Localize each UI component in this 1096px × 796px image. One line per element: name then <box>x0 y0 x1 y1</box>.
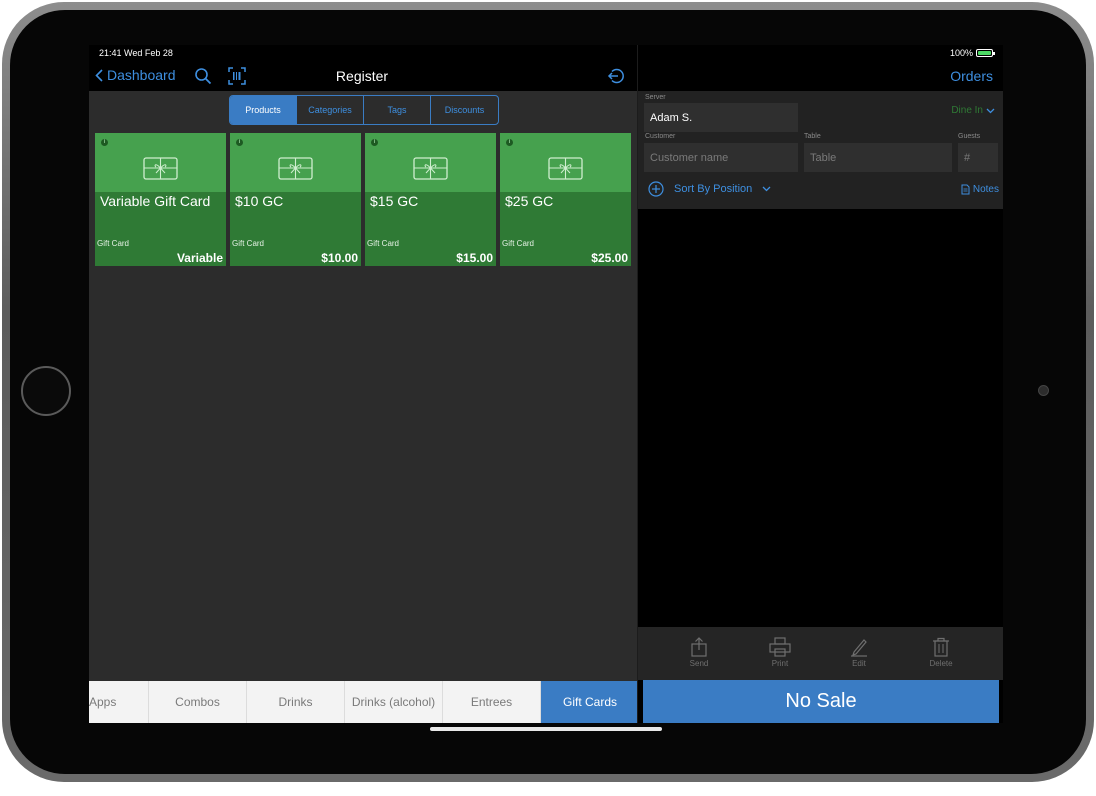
edit-icon <box>851 639 867 657</box>
chevron-down-icon <box>986 108 995 113</box>
print-button[interactable]: Print <box>759 637 801 668</box>
camera <box>1038 385 1049 396</box>
product-category: Gift Card <box>367 239 400 248</box>
product-name: $25 GC <box>505 193 554 209</box>
category-tab-bar: Apps Combos Drinks Drinks (alcohol) Entr… <box>89 681 637 723</box>
tab-combos[interactable]: Combos <box>149 681 247 723</box>
gift-card-icon <box>413 157 448 180</box>
product-card[interactable]: i $10 GC Gift Card $10.00 <box>230 133 361 266</box>
product-name: $10 GC <box>235 193 284 209</box>
delete-icon <box>933 637 949 657</box>
sort-selector[interactable]: Sort By Position <box>648 181 771 197</box>
product-price: $15.00 <box>456 251 493 265</box>
order-action-bar: Send Print Edit Delete <box>638 627 1003 680</box>
order-form: Server Adam S. Dine In Customer Customer… <box>638 91 1003 209</box>
left-top-bar: 21:41 Wed Feb 28 Dashboard Register <box>89 45 637 91</box>
battery-icon <box>976 49 995 57</box>
product-grid: i Variable Gift Card Gift Card Variable … <box>95 133 631 266</box>
product-price: $10.00 <box>321 251 358 265</box>
customer-label: Customer <box>645 133 676 140</box>
screen: 21:41 Wed Feb 28 Dashboard Register Prod… <box>89 45 1003 723</box>
notes-label: Notes <box>972 184 999 195</box>
tab-drinks-alcohol[interactable]: Drinks (alcohol) <box>345 681 443 723</box>
info-icon[interactable]: i <box>371 139 378 146</box>
orders-button[interactable]: Orders <box>950 68 993 84</box>
edit-label: Edit <box>852 659 866 668</box>
table-input[interactable]: Table <box>804 143 952 172</box>
product-card-header: i <box>230 133 361 192</box>
segment-discounts[interactable]: Discounts <box>431 96 498 124</box>
gift-card-icon <box>548 157 583 180</box>
product-price: Variable <box>176 251 223 265</box>
plus-circle-icon[interactable] <box>648 181 664 197</box>
gift-card-icon <box>278 157 313 180</box>
segment-categories[interactable]: Categories <box>297 96 364 124</box>
status-battery: 100% <box>949 48 995 58</box>
info-icon[interactable]: i <box>101 139 108 146</box>
tab-gift-cards[interactable]: Gift Cards <box>541 681 637 723</box>
product-card-header: i <box>500 133 631 192</box>
dine-in-selector[interactable]: Dine In <box>951 105 995 116</box>
send-icon <box>691 637 707 657</box>
product-category: Gift Card <box>97 239 130 248</box>
delete-button[interactable]: Delete <box>920 637 962 668</box>
product-card[interactable]: i $25 GC Gift Card $25.00 <box>500 133 631 266</box>
page-title: Register <box>335 68 389 84</box>
info-icon[interactable]: i <box>236 139 243 146</box>
product-name: $15 GC <box>370 193 419 209</box>
dine-in-label: Dine In <box>951 105 983 116</box>
battery-percent: 100% <box>949 48 973 58</box>
delete-label: Delete <box>929 659 953 668</box>
home-indicator[interactable] <box>430 727 662 731</box>
home-button[interactable] <box>21 366 71 416</box>
product-card[interactable]: i $15 GC Gift Card $15.00 <box>365 133 496 266</box>
send-label: Send <box>689 659 709 668</box>
gift-card-icon <box>143 157 178 180</box>
tab-drinks[interactable]: Drinks <box>247 681 345 723</box>
product-price: $25.00 <box>591 251 628 265</box>
product-card-header: i <box>365 133 496 192</box>
chevron-down-icon <box>762 186 771 192</box>
edit-button[interactable]: Edit <box>838 637 880 668</box>
view-segmented-control: Products Categories Tags Discounts <box>229 95 499 125</box>
info-icon[interactable]: i <box>506 139 513 146</box>
no-sale-button[interactable]: No Sale <box>643 680 999 723</box>
print-icon <box>769 637 791 657</box>
server-label: Server <box>645 94 666 101</box>
table-label: Table <box>804 133 821 140</box>
print-label: Print <box>771 659 789 668</box>
register-pane: 21:41 Wed Feb 28 Dashboard Register Prod… <box>89 45 637 723</box>
barcode-scan-icon[interactable] <box>228 67 246 85</box>
customer-name-input[interactable]: Customer name <box>644 143 798 172</box>
product-category: Gift Card <box>502 239 535 248</box>
back-button[interactable]: Dashboard <box>95 67 176 83</box>
guests-label: Guests <box>958 133 981 140</box>
tab-entrees[interactable]: Entrees <box>443 681 541 723</box>
product-card-header: i <box>95 133 226 192</box>
segment-tags[interactable]: Tags <box>364 96 431 124</box>
chevron-left-icon <box>95 68 103 82</box>
product-name: Variable Gift Card <box>100 193 211 209</box>
server-field[interactable]: Adam S. <box>644 103 798 132</box>
send-button[interactable]: Send <box>678 637 720 668</box>
tab-apps[interactable]: Apps <box>89 681 149 723</box>
notes-button[interactable]: Notes <box>961 184 999 195</box>
product-category: Gift Card <box>232 239 265 248</box>
segment-products[interactable]: Products <box>230 96 297 124</box>
notes-icon <box>961 184 970 195</box>
guests-input[interactable]: # <box>958 143 998 172</box>
sort-label: Sort By Position <box>674 183 753 195</box>
back-label: Dashboard <box>107 67 176 83</box>
order-pane: 100% Orders Server Adam S. Dine In Custo… <box>638 45 1003 723</box>
logout-icon[interactable] <box>607 67 625 85</box>
status-time: 21:41 Wed Feb 28 <box>99 48 173 58</box>
search-icon[interactable] <box>194 67 212 85</box>
product-card[interactable]: i Variable Gift Card Gift Card Variable <box>95 133 226 266</box>
